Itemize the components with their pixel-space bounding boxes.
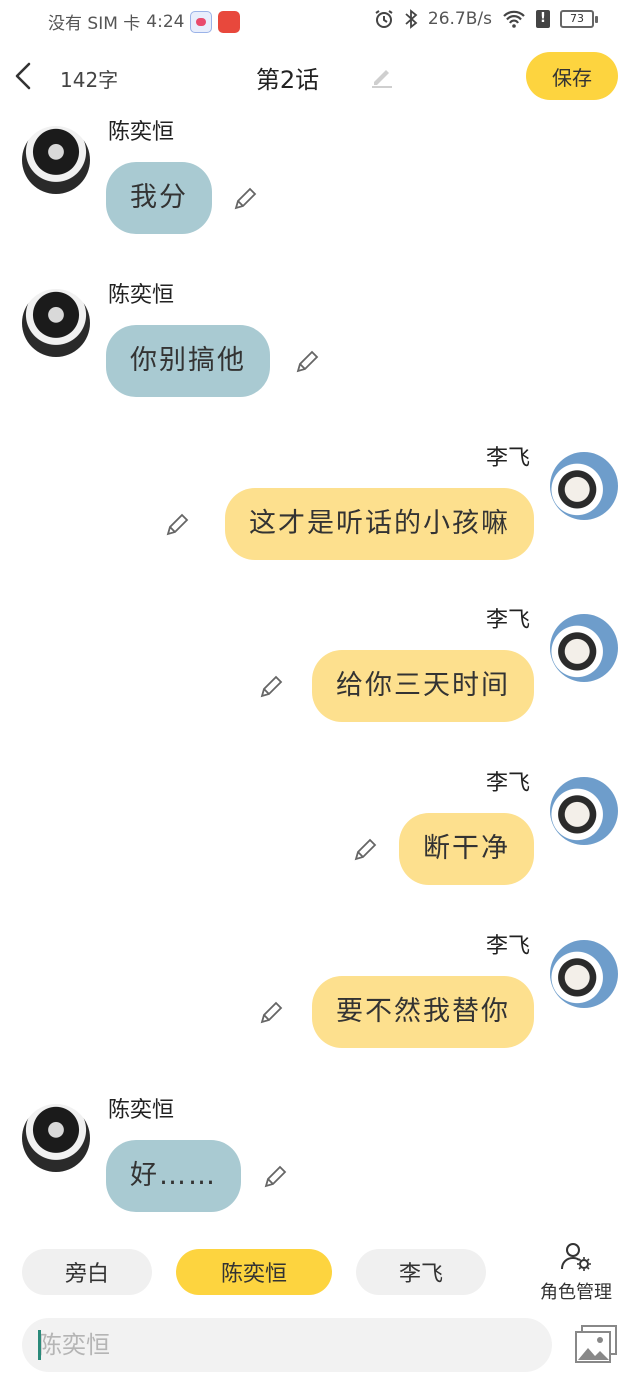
avatar[interactable] bbox=[22, 1104, 90, 1172]
avatar[interactable] bbox=[550, 614, 618, 682]
message-item[interactable]: 陈奕恒 好…… bbox=[0, 1090, 640, 1220]
insert-image-button[interactable] bbox=[574, 1324, 618, 1364]
avatar[interactable] bbox=[550, 777, 618, 845]
message-item[interactable]: 李飞 给你三天时间 bbox=[0, 600, 640, 730]
top-bar: 142字 第2话 保存 bbox=[0, 48, 640, 106]
status-bar: 没有 SIM 卡 4:24 26.7B/s ! 73 bbox=[0, 0, 640, 44]
speaker-name: 李飞 bbox=[485, 446, 530, 471]
bluetooth-icon bbox=[405, 9, 418, 29]
message-bubble[interactable]: 你别搞他 bbox=[106, 325, 270, 397]
message-item[interactable]: 李飞 这才是听话的小孩嘛 bbox=[0, 438, 640, 568]
message-input-container bbox=[22, 1318, 552, 1372]
message-item[interactable]: 李飞 要不然我替你 bbox=[0, 926, 640, 1056]
pencil-icon[interactable] bbox=[164, 512, 190, 538]
edit-title-button[interactable] bbox=[368, 62, 396, 90]
message-input[interactable] bbox=[38, 1318, 538, 1372]
wifi-icon bbox=[503, 10, 525, 28]
speaker-name: 李飞 bbox=[485, 934, 530, 959]
message-bubble[interactable]: 给你三天时间 bbox=[312, 650, 534, 722]
pencil-icon[interactable] bbox=[232, 186, 258, 212]
avatar[interactable] bbox=[550, 940, 618, 1008]
speaker-name: 陈奕恒 bbox=[108, 283, 175, 308]
pencil-icon[interactable] bbox=[258, 1000, 284, 1026]
clock-text: 4:24 bbox=[146, 11, 185, 32]
pencil-icon[interactable] bbox=[294, 349, 320, 375]
pencil-icon[interactable] bbox=[258, 674, 284, 700]
message-bubble[interactable]: 好…… bbox=[106, 1140, 241, 1212]
text-caret bbox=[38, 1330, 41, 1360]
alarm-icon bbox=[375, 10, 393, 28]
network-speed-text: 26.7B/s bbox=[427, 9, 492, 29]
role-button-li[interactable]: 李飞 bbox=[356, 1249, 486, 1295]
pencil-icon bbox=[372, 70, 392, 88]
chapter-title: 第2话 bbox=[255, 66, 320, 94]
avatar[interactable] bbox=[550, 452, 618, 520]
message-bubble[interactable]: 要不然我替你 bbox=[312, 976, 534, 1048]
app-notification-icon bbox=[190, 10, 213, 33]
pencil-icon[interactable] bbox=[352, 837, 378, 863]
pencil-icon[interactable] bbox=[262, 1164, 288, 1190]
carrier-text: 没有 SIM 卡 bbox=[48, 14, 141, 34]
role-manage-button[interactable]: 角色管理 bbox=[530, 1240, 622, 1304]
message-item[interactable]: 李飞 断干净 bbox=[0, 763, 640, 893]
role-manage-label: 角色管理 bbox=[540, 1282, 612, 1303]
speaker-name: 陈奕恒 bbox=[108, 120, 175, 145]
speaker-name: 李飞 bbox=[485, 608, 530, 633]
message-bubble[interactable]: 断干净 bbox=[399, 813, 534, 885]
role-button-chen[interactable]: 陈奕恒 bbox=[176, 1249, 332, 1295]
speaker-name: 陈奕恒 bbox=[108, 1098, 175, 1123]
store-notification-icon bbox=[218, 10, 241, 33]
role-button-narrator[interactable]: 旁白 bbox=[22, 1249, 152, 1295]
alert-icon: ! bbox=[536, 10, 550, 28]
speaker-name: 李飞 bbox=[485, 771, 530, 796]
save-button[interactable]: 保存 bbox=[526, 52, 618, 100]
avatar[interactable] bbox=[22, 126, 90, 194]
user-gear-icon bbox=[561, 1243, 591, 1271]
message-bubble[interactable]: 我分 bbox=[106, 162, 212, 234]
message-bubble[interactable]: 这才是听话的小孩嘛 bbox=[225, 488, 534, 560]
message-item[interactable]: 陈奕恒 你别搞他 bbox=[0, 275, 640, 405]
battery-icon: 73 bbox=[560, 10, 598, 28]
image-icon bbox=[575, 1325, 617, 1363]
message-item[interactable]: 陈奕恒 我分 bbox=[0, 112, 640, 242]
avatar[interactable] bbox=[22, 289, 90, 357]
